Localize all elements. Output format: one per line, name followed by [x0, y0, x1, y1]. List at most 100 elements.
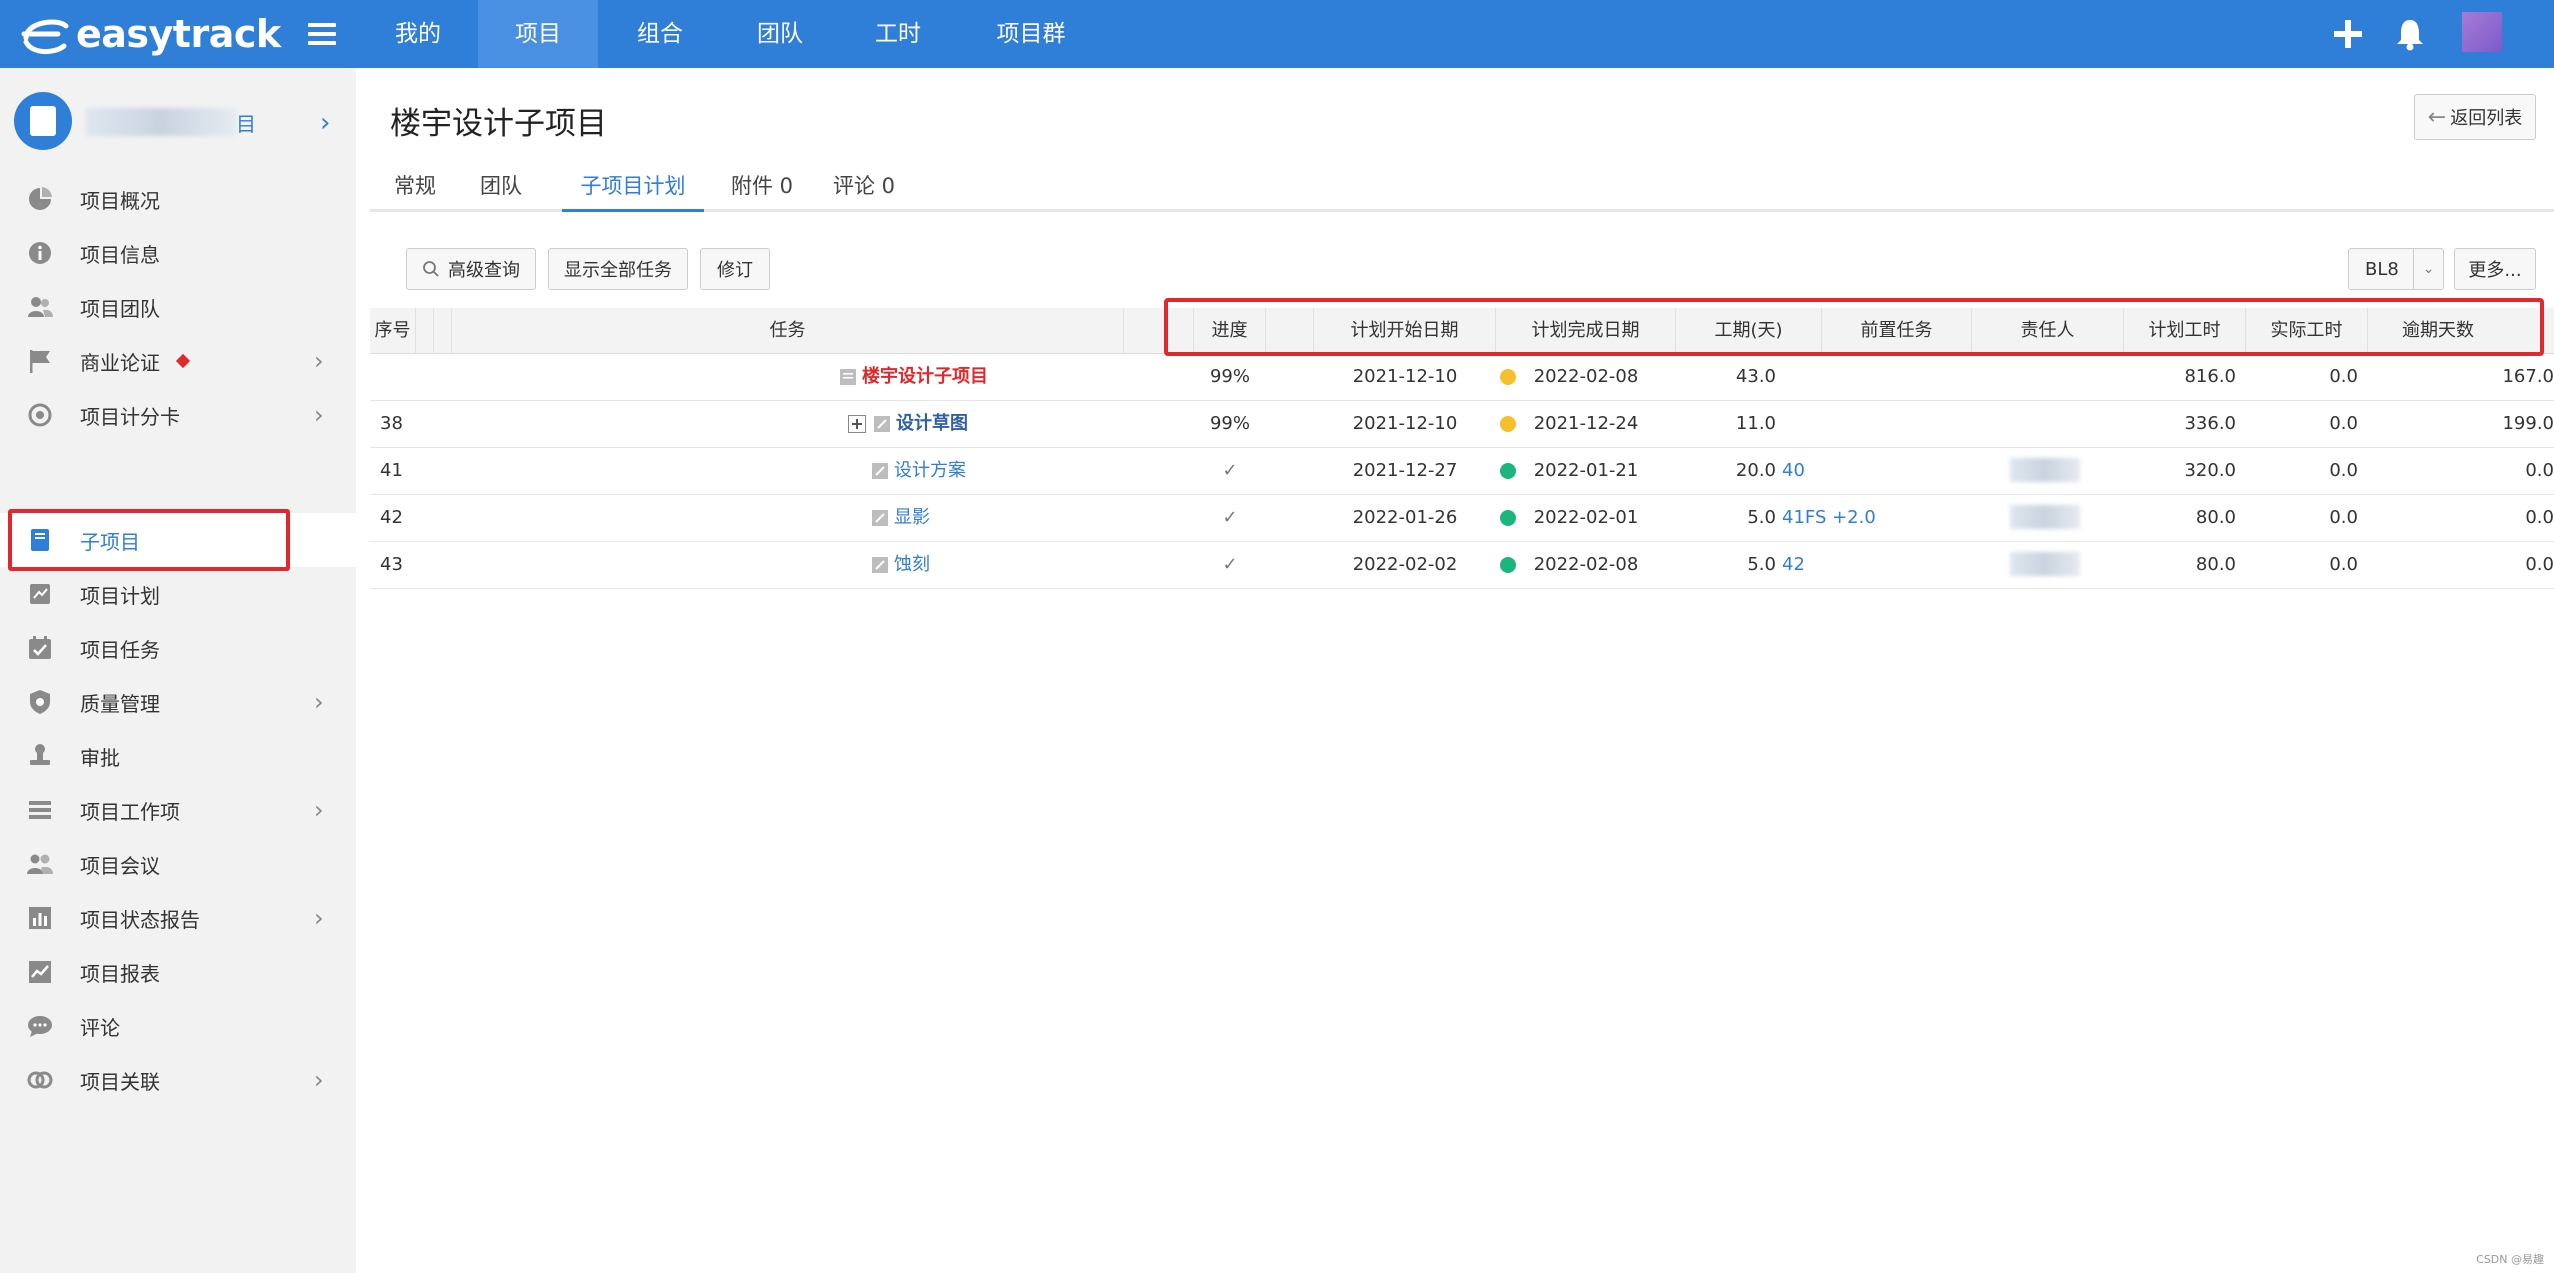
cell-predecessor[interactable]: 41FS +2.0	[1782, 495, 1932, 541]
project-name-redacted	[86, 108, 236, 136]
cell-predecessor[interactable]: 40	[1782, 448, 1932, 494]
task-name[interactable]: 设计草图	[896, 413, 968, 434]
col-header-plan-start[interactable]: 计划开始日期	[1314, 308, 1496, 354]
sidebar-item-quality[interactable]: 质量管理 ›	[0, 675, 356, 729]
sidebar-item-team[interactable]: 项目团队	[0, 280, 356, 334]
col-header-actual-hours[interactable]: 实际工时	[2246, 308, 2368, 354]
logo[interactable]: easytrack	[18, 8, 281, 60]
col-header-progress[interactable]: 进度	[1194, 308, 1266, 354]
cell-plan-end: 2021-12-24	[1533, 413, 1639, 434]
table-row[interactable]: 38 设计草图 99% 2021-12-10 2021-12-24 11.0 3…	[370, 401, 2554, 448]
stamp-icon	[30, 744, 50, 765]
sidebar-item-status-report[interactable]: 项目状态报告 ›	[0, 891, 356, 945]
more-button[interactable]: 更多...	[2454, 248, 2536, 290]
chevron-right-icon: ›	[314, 347, 324, 375]
nav-timesheet[interactable]: 工时	[858, 0, 938, 68]
task-name[interactable]: 楼宇设计子项目	[862, 366, 988, 387]
sidebar-item-relations[interactable]: 项目关联 ›	[0, 1053, 356, 1107]
sidebar-item-info[interactable]: 项目信息	[0, 226, 356, 280]
sidebar-item-scorecard[interactable]: 项目计分卡 ›	[0, 388, 356, 442]
col-header-spacer	[434, 308, 452, 354]
plus-icon[interactable]	[2328, 14, 2368, 54]
user-avatar[interactable]	[2462, 12, 2502, 52]
task-edit-icon	[872, 463, 888, 479]
table-row[interactable]: 41 设计方案 ✓ 2021-12-27 2022-01-21 20.0 40 …	[370, 448, 2554, 495]
cell-task[interactable]: 设计方案	[870, 448, 966, 494]
sidebar-item-subproject[interactable]: 子项目	[0, 513, 356, 567]
nav-team[interactable]: 团队	[740, 0, 820, 68]
sidebar-item-meetings[interactable]: 项目会议	[0, 837, 356, 891]
sidebar-item-overview[interactable]: 项目概况	[0, 172, 356, 226]
project-switcher[interactable]: 目 ›	[14, 92, 344, 152]
sidebar-item-label: 项目会议	[80, 853, 160, 878]
col-header-owner[interactable]: 责任人	[1972, 308, 2124, 354]
sidebar-item-work-items[interactable]: 项目工作项 ›	[0, 783, 356, 837]
cell-predecessor[interactable]	[1782, 401, 1932, 447]
sidebar-item-comments[interactable]: 评论	[0, 999, 356, 1053]
nav-mine[interactable]: 我的	[376, 0, 460, 68]
tab-comments[interactable]: 评论 0	[822, 164, 906, 212]
cell-task[interactable]: 蚀刻	[870, 542, 930, 588]
cell-predecessor[interactable]: 42	[1782, 542, 1932, 588]
chevron-right-icon: ›	[314, 1066, 324, 1094]
col-header-predecessor[interactable]: 前置任务	[1822, 308, 1972, 354]
tab-team[interactable]: 团队	[466, 164, 536, 212]
bar-chart-icon	[29, 907, 51, 929]
col-header-duration[interactable]: 工期(天)	[1676, 308, 1822, 354]
table-row[interactable]: 楼宇设计子项目 99% 2021-12-10 2022-02-08 43.0 8…	[370, 354, 2554, 401]
stack-icon	[29, 801, 51, 819]
expand-toggle-icon[interactable]	[848, 415, 866, 433]
revise-button[interactable]: 修订	[700, 248, 770, 290]
cell-plan-end: 2022-02-08	[1533, 366, 1639, 387]
col-header-spacer	[1266, 308, 1314, 354]
sidebar-item-label: 子项目	[80, 529, 140, 554]
cell-plan-start: 2022-01-26	[1352, 507, 1458, 528]
show-all-tasks-button[interactable]: 显示全部任务	[548, 248, 688, 290]
cell-duration: 5.0	[1747, 507, 1776, 528]
baseline-select[interactable]: BL8 ⌄	[2348, 248, 2444, 290]
cell-task[interactable]: 楼宇设计子项目	[838, 354, 988, 400]
cell-actual-hours: 0.0	[2329, 507, 2358, 528]
bell-icon[interactable]	[2390, 14, 2430, 54]
hamburger-menu-icon[interactable]	[304, 18, 340, 50]
task-name[interactable]: 设计方案	[894, 460, 966, 481]
col-header-plan-end[interactable]: 计划完成日期	[1496, 308, 1676, 354]
chevron-right-icon: ›	[314, 904, 324, 932]
advanced-query-button[interactable]: 高级查询	[406, 248, 536, 290]
task-name[interactable]: 蚀刻	[894, 554, 930, 575]
nav-project[interactable]: 项目	[478, 0, 598, 68]
table-row[interactable]: 42 显影 ✓ 2022-01-26 2022-02-01 5.0 41FS +…	[370, 495, 2554, 542]
col-header-plan-hours[interactable]: 计划工时	[2124, 308, 2246, 354]
nav-portfolio[interactable]: 组合	[620, 0, 700, 68]
sidebar-item-label: 项目计分卡	[80, 404, 180, 429]
table-row[interactable]: 43 蚀刻 ✓ 2022-02-02 2022-02-08 5.0 42 80.…	[370, 542, 2554, 589]
sidebar-item-business-case[interactable]: 商业论证 ›	[0, 334, 356, 388]
sidebar-item-reports[interactable]: 项目报表	[0, 945, 356, 999]
tab-subproject-plan[interactable]: 子项目计划	[562, 164, 704, 212]
nav-program[interactable]: 项目群	[976, 0, 1086, 68]
sidebar-item-label: 项目关联	[80, 1069, 160, 1094]
sidebar-item-project-plan[interactable]: 项目计划	[0, 567, 356, 621]
sidebar-item-label: 审批	[80, 745, 120, 770]
sidebar-item-approval[interactable]: 审批	[0, 729, 356, 783]
cell-task[interactable]: 设计草图	[848, 401, 968, 447]
col-header-seq[interactable]: 序号	[370, 308, 416, 354]
cell-plan-end: 2022-02-08	[1533, 554, 1639, 575]
chevron-right-icon: ›	[314, 401, 324, 429]
logo-text: easytrack	[76, 12, 281, 56]
col-header-task[interactable]: 任务	[452, 308, 1124, 354]
cell-seq: 41	[380, 460, 403, 481]
back-to-list-button[interactable]: ← 返回列表	[2414, 94, 2536, 140]
cell-task[interactable]: 显影	[870, 495, 930, 541]
tab-attachments[interactable]: 附件 0	[720, 164, 804, 212]
cell-predecessor[interactable]	[1782, 354, 1932, 400]
cell-progress: ✓	[1222, 507, 1238, 528]
sidebar-item-project-tasks[interactable]: 项目任务	[0, 621, 356, 675]
col-header-overdue[interactable]: 逾期天数	[2368, 308, 2508, 354]
task-name[interactable]: 显影	[894, 507, 930, 528]
tab-general[interactable]: 常规	[380, 164, 450, 212]
sidebar-item-label: 质量管理	[80, 691, 160, 716]
cell-plan-hours: 80.0	[2195, 507, 2236, 528]
cell-actual-hours: 0.0	[2329, 554, 2358, 575]
project-name-suffix: 目	[236, 112, 256, 136]
